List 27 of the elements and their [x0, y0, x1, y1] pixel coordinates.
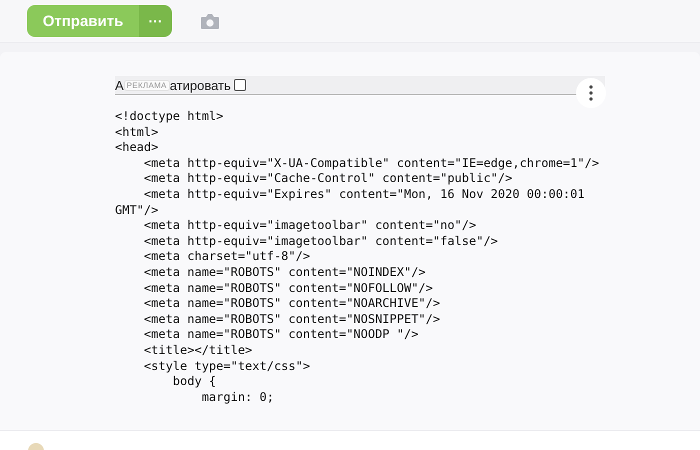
code-line: <meta charset="utf-8"/>	[142, 249, 310, 265]
code-line: margin: 0;	[200, 390, 274, 406]
code-line: <meta name="ROBOTS" content="NOARCHIVE"/>	[142, 296, 440, 312]
code-line: <meta http-equiv="Expires" content="Mon, 16 Nov 2020 00:00:01	[142, 186, 585, 203]
ad-badge: РЕКЛАМА	[124, 80, 170, 90]
more-options-button[interactable]	[576, 78, 606, 108]
code-line: <head>	[115, 140, 158, 156]
code-line: <meta name="ROBOTS" content="NOSNIPPET"/>	[142, 312, 440, 328]
more-button[interactable]: ···	[139, 5, 172, 37]
code-line: <meta http-equiv="Cache-Control" content="public"/>	[142, 171, 512, 187]
code-line: <meta name="ROBOTS" content="NOFOLLOW"/>	[142, 280, 433, 296]
code-line: <meta http-equiv="X-UA-Compatible" content="IE=edge,chrome=1"/>	[142, 156, 600, 172]
format-label: А	[115, 78, 124, 92]
kebab-icon	[589, 85, 593, 101]
code-line: <html>	[115, 124, 158, 140]
format-checkbox[interactable]	[234, 79, 246, 91]
code-line: <style type="text/css">	[142, 358, 310, 374]
code-line: <meta name="ROBOTS" content="NOODP "/>	[142, 327, 418, 343]
code-line: <meta name="ROBOTS" content="NOINDEX"/>	[142, 264, 426, 281]
format-label: атировать	[170, 78, 231, 92]
code-line: GMT"/>	[115, 202, 158, 218]
code-line: <!doctype html>	[115, 109, 224, 125]
send-button[interactable]: Отправить	[27, 5, 139, 37]
code-line: body {	[172, 374, 216, 390]
code-line: <title></title>	[142, 342, 252, 358]
code-line: <meta http-equiv="imagetoolbar" content="false"/>	[142, 234, 498, 250]
code-line: <meta http-equiv="imagetoolbar" content="no"/>	[142, 218, 476, 234]
